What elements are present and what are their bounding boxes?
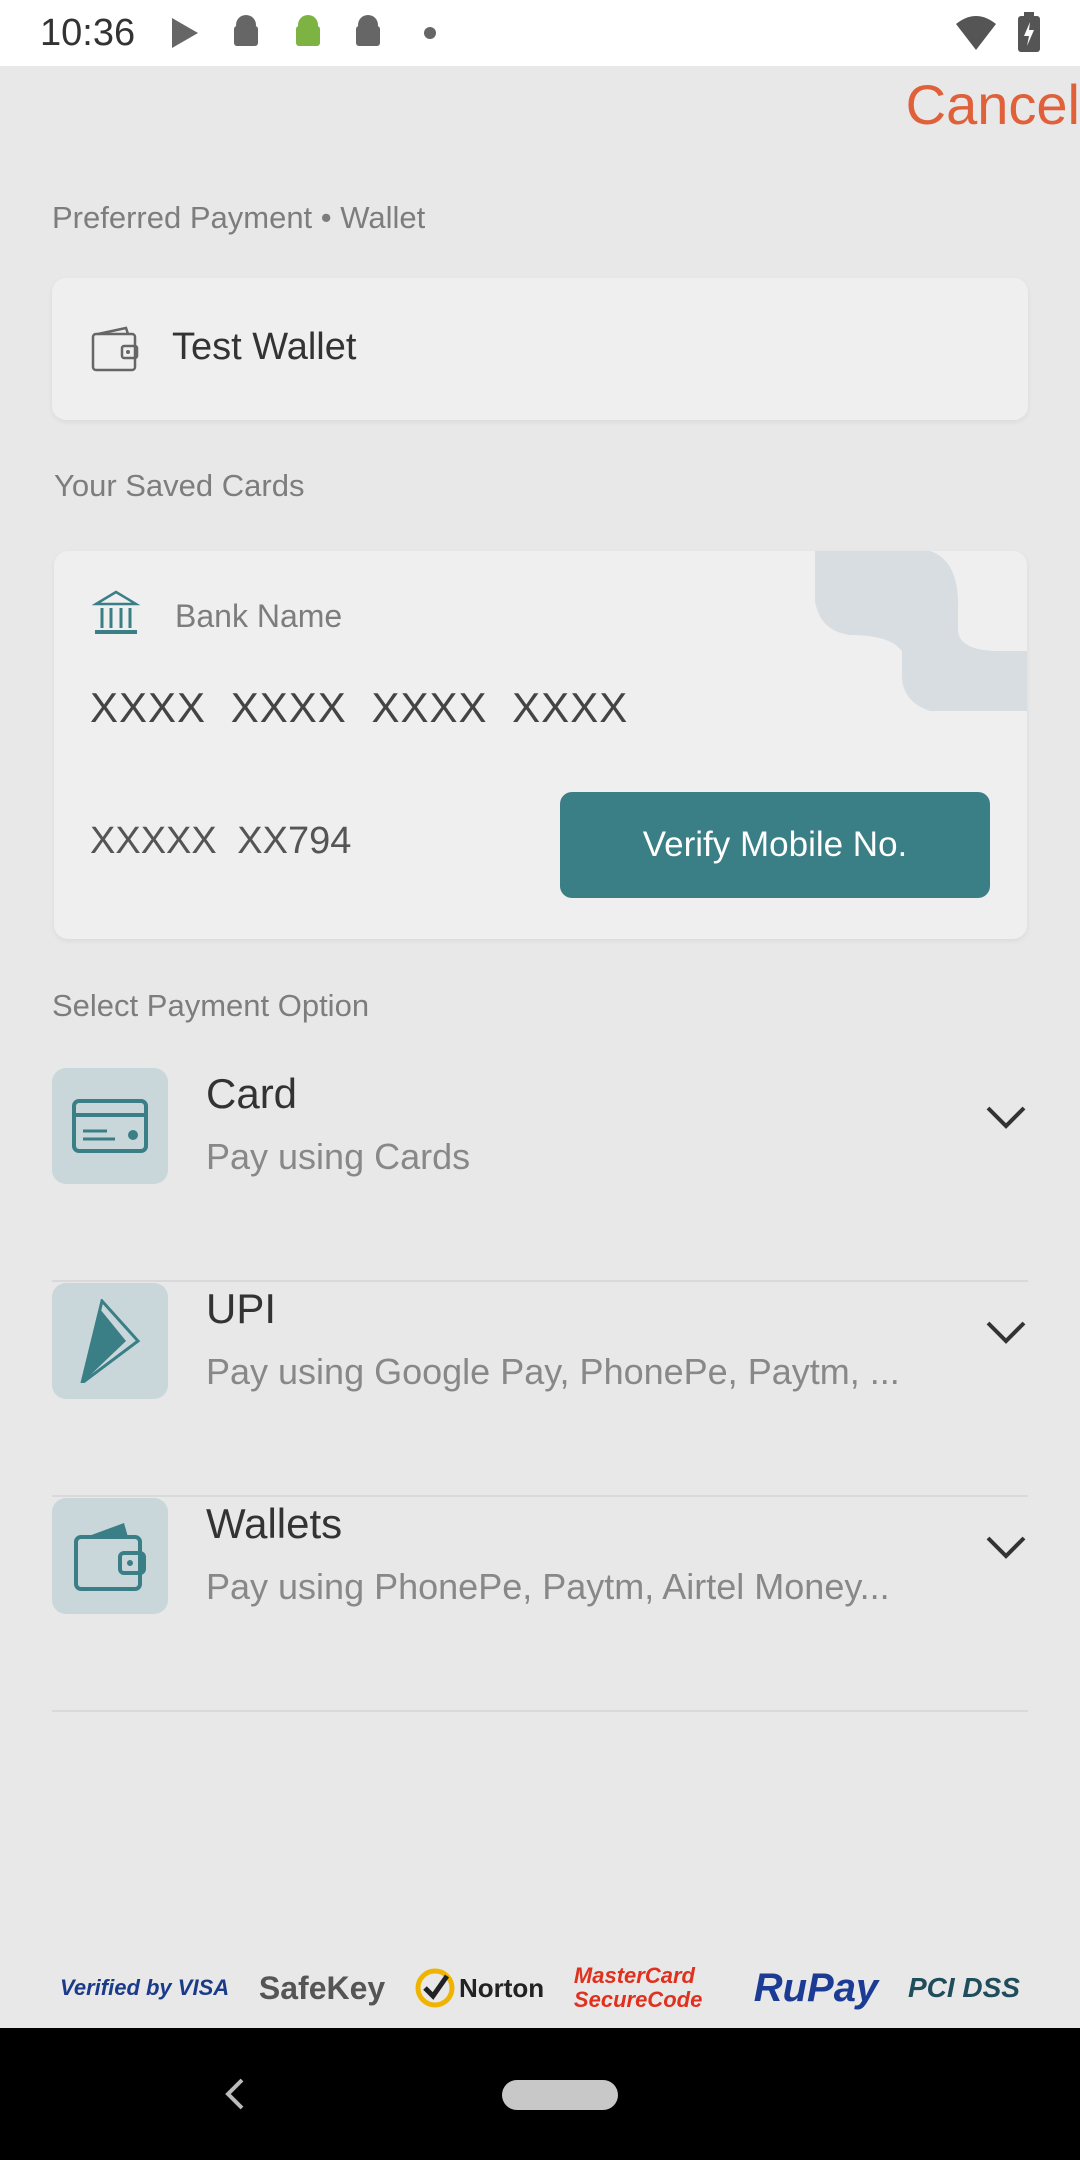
verify-mobile-button[interactable]: Verify Mobile No. [560,792,990,898]
card-option-subtitle: Pay using Cards [206,1136,471,1177]
wallets-option-tile [52,1498,168,1614]
rupay-logo: RuPay [753,1965,879,2010]
verified-by-visa-logo: Verified by VISA [60,1975,230,2000]
bank-name: Bank Name [175,598,343,634]
payment-option-upi[interactable]: UPI Pay using Google Pay, PhonePe, Paytm… [52,1283,1028,1497]
android-icon [356,15,380,46]
norton-check-icon [415,1968,455,2008]
android-icon [296,15,320,46]
status-time: 10:36 [40,12,136,54]
chevron-down-icon[interactable] [984,1311,1028,1355]
battery-icon [1018,12,1040,52]
preferred-payment-label: Preferred Payment • Wallet [52,200,426,235]
bank-icon [92,590,140,634]
upi-option-tile [52,1283,168,1399]
payment-option-wallets[interactable]: Wallets Pay using PhonePe, Paytm, Airtel… [52,1498,1028,1712]
home-button[interactable] [502,2080,618,2110]
card-option-tile [52,1068,168,1184]
credit-card-icon [72,1099,148,1153]
chevron-down-icon[interactable] [984,1526,1028,1570]
notification-dot-icon [424,27,436,39]
wallets-option-title: Wallets [206,1500,343,1547]
play-store-icon [172,18,198,48]
card-option-title: Card [206,1070,298,1117]
navigation-bar [0,2028,1080,2160]
norton-logo: Norton [458,1972,545,2003]
wallet-icon [91,326,139,372]
wallets-option-subtitle: Pay using PhonePe, Paytm, Airtel Money..… [206,1566,890,1607]
upi-option-title: UPI [206,1285,277,1332]
upi-option-subtitle: Pay using Google Pay, PhonePe, Paytm, ..… [206,1351,900,1392]
upi-icon [80,1299,141,1383]
select-payment-label: Select Payment Option [52,988,370,1023]
divider [52,1495,1028,1497]
norton-logo-group: Norton [415,1968,544,2008]
cancel-button[interactable]: Cancel [906,72,1080,138]
wallet-icon [74,1523,146,1591]
status-bar: 10:36 [0,0,1080,66]
back-icon[interactable] [222,2076,248,2112]
safekey-logo: SafeKey [258,1969,386,2006]
trust-logos: Verified by VISA SafeKey Norton MasterCa… [60,1960,1020,2016]
mastercard-securecode-logo: MasterCard SecureCode [573,1963,703,2012]
pci-dss-logo: PCI DSS [907,1972,1020,2003]
card-number: XXXX XXXX XXXX XXXX [90,684,629,731]
card-watermark-icon [815,551,1027,711]
divider [52,1710,1028,1712]
card-masked-number: XXXXX XX794 [90,820,352,862]
wifi-icon [956,16,996,50]
saved-cards-label: Your Saved Cards [54,468,305,503]
wallet-name: Test Wallet [172,326,357,368]
payment-option-card[interactable]: Card Pay using Cards [52,1068,1028,1282]
android-icon [234,15,258,46]
divider [52,1280,1028,1282]
chevron-down-icon[interactable] [984,1096,1028,1140]
